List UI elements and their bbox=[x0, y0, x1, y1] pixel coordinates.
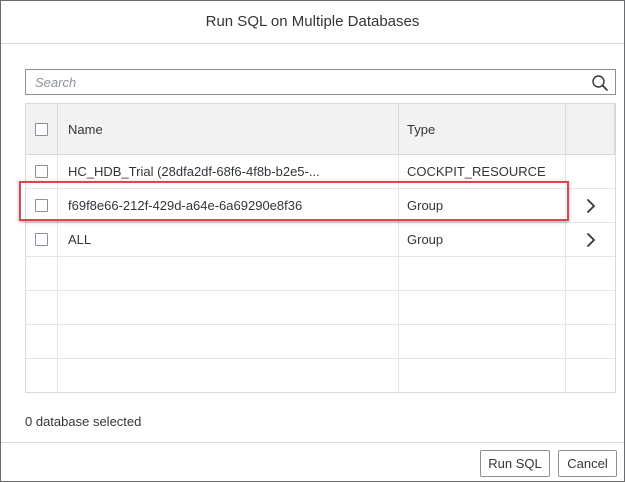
chevron-right-icon[interactable] bbox=[584, 231, 598, 249]
empty-cell bbox=[58, 257, 399, 290]
row-select-cell bbox=[26, 223, 58, 256]
search-icon[interactable] bbox=[591, 74, 609, 92]
table-row[interactable]: f69f8e66-212f-429d-a64e-6a69290e8f36 Gro… bbox=[26, 189, 615, 223]
row-nav-cell bbox=[566, 155, 615, 188]
empty-row bbox=[26, 325, 615, 359]
select-all-checkbox[interactable] bbox=[35, 122, 48, 136]
empty-cell bbox=[26, 257, 58, 290]
empty-cell bbox=[566, 325, 615, 358]
empty-cell bbox=[58, 325, 399, 358]
empty-cell bbox=[399, 325, 566, 358]
empty-cell bbox=[566, 257, 615, 290]
empty-cell bbox=[566, 359, 615, 392]
search-input[interactable] bbox=[26, 70, 590, 94]
empty-cell bbox=[26, 325, 58, 358]
empty-row bbox=[26, 257, 615, 291]
empty-row bbox=[26, 291, 615, 325]
empty-cell bbox=[26, 359, 58, 392]
run-sql-dialog: Run SQL on Multiple Databases Name Type … bbox=[0, 0, 625, 482]
table-row[interactable]: ALL Group bbox=[26, 223, 615, 257]
row-name: f69f8e66-212f-429d-a64e-6a69290e8f36 bbox=[58, 189, 399, 222]
row-select-cell bbox=[26, 155, 58, 188]
row-nav-cell[interactable] bbox=[566, 223, 615, 256]
row-select-cell bbox=[26, 189, 58, 222]
column-header-name[interactable]: Name bbox=[58, 104, 399, 154]
empty-cell bbox=[399, 257, 566, 290]
table-row[interactable]: HC_HDB_Trial (28dfa2df-68f6-4f8b-b2e5-..… bbox=[26, 155, 615, 189]
table-header: Name Type bbox=[26, 104, 615, 155]
row-type: COCKPIT_RESOURCE bbox=[399, 155, 566, 188]
search-field[interactable] bbox=[25, 69, 616, 95]
row-checkbox[interactable] bbox=[35, 165, 48, 178]
header-select-cell bbox=[26, 104, 58, 154]
empty-cell bbox=[399, 291, 566, 324]
column-header-type[interactable]: Type bbox=[399, 104, 566, 154]
empty-cell bbox=[399, 359, 566, 392]
row-type: Group bbox=[399, 189, 566, 222]
column-header-nav bbox=[566, 104, 615, 154]
empty-cell bbox=[26, 291, 58, 324]
row-checkbox[interactable] bbox=[35, 199, 48, 212]
cancel-button[interactable]: Cancel bbox=[558, 450, 617, 477]
empty-row bbox=[26, 359, 615, 392]
row-type: Group bbox=[399, 223, 566, 256]
row-nav-cell[interactable] bbox=[566, 189, 615, 222]
empty-cell bbox=[566, 291, 615, 324]
run-sql-button[interactable]: Run SQL bbox=[480, 450, 550, 477]
dialog-title: Run SQL on Multiple Databases bbox=[1, 1, 624, 44]
database-table: Name Type HC_HDB_Trial (28dfa2df-68f6-4f… bbox=[25, 103, 616, 393]
chevron-right-icon[interactable] bbox=[584, 197, 598, 215]
row-name: ALL bbox=[58, 223, 399, 256]
empty-cell bbox=[58, 291, 399, 324]
row-name: HC_HDB_Trial (28dfa2df-68f6-4f8b-b2e5-..… bbox=[58, 155, 399, 188]
selection-count: 0 database selected bbox=[25, 414, 142, 429]
empty-cell bbox=[58, 359, 399, 392]
row-checkbox[interactable] bbox=[35, 233, 48, 246]
dialog-footer: Run SQL Cancel bbox=[1, 442, 624, 483]
